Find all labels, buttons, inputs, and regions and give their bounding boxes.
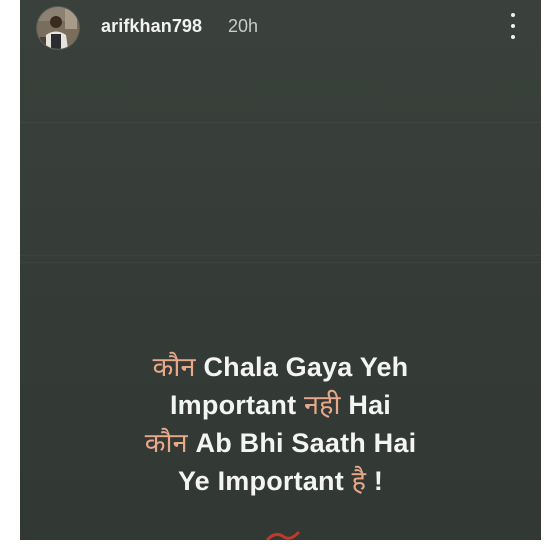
quote-line-2-text: Important <box>169 390 304 420</box>
story-timestamp: 20h <box>228 16 259 36</box>
quote-line-4: Ye Important है ! <box>20 462 541 500</box>
story-header: arifkhan798 20h <box>20 0 541 58</box>
avatar-photo <box>37 7 79 49</box>
quote-line-3: कौन Ab Bhi Saath Hai <box>20 424 541 462</box>
quote-line-4-hindi: है <box>351 466 367 496</box>
quote-line-1-text: Chala Gaya Yeh <box>195 352 409 382</box>
user-avatar[interactable] <box>37 7 79 49</box>
username-link[interactable]: arifkhan798 <box>101 16 202 37</box>
more-options-icon[interactable] <box>507 13 519 39</box>
quote-line-4-tail: ! <box>366 466 384 496</box>
quote-line-2-hindi: नही <box>303 390 341 420</box>
quote-line-1: कौन Chala Gaya Yeh <box>20 348 541 386</box>
story-viewer: arifkhan798 20h कौन Chala Gaya Yeh Impor… <box>20 0 541 540</box>
quote-line-4-text: Ye Important <box>177 466 352 496</box>
quote-line-3-hindi: कौन <box>144 428 188 458</box>
decorative-red-mark <box>266 531 300 540</box>
quote-line-2-tail: Hai <box>340 390 392 420</box>
story-quote: कौन Chala Gaya Yeh Important नही Hai कौन… <box>20 348 541 500</box>
quote-line-3-text: Ab Bhi Saath Hai <box>187 428 417 458</box>
quote-line-1-hindi: कौन <box>152 352 196 382</box>
quote-line-2: Important नही Hai <box>20 386 541 424</box>
